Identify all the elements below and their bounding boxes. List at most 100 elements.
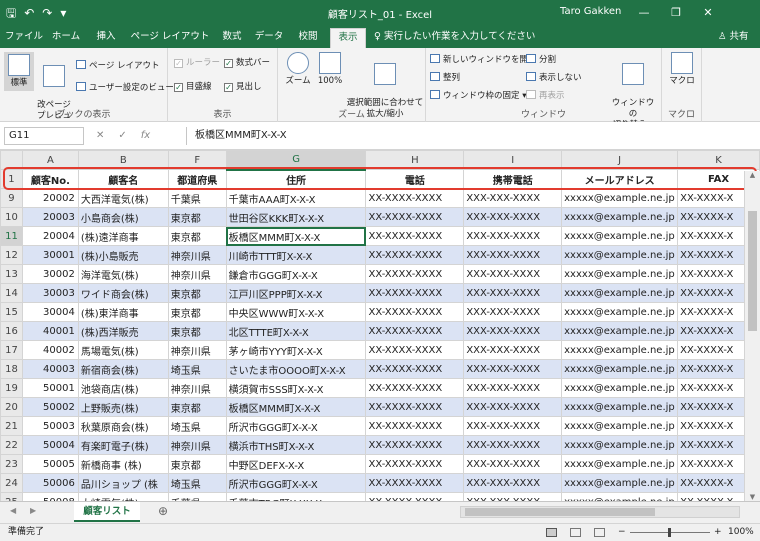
cell-prefecture[interactable]: 神奈川県 bbox=[167, 435, 227, 455]
horizontal-scroll-thumb[interactable] bbox=[465, 508, 655, 516]
cell-mobile[interactable]: XXX-XXX-XXXX bbox=[463, 416, 563, 436]
formula-input[interactable]: 板橋区MMM町X-X-X bbox=[186, 127, 754, 145]
row-header[interactable]: 20 bbox=[0, 397, 23, 417]
cell-email[interactable]: xxxxx@example.ne.jp bbox=[561, 359, 679, 379]
cell-customer-no[interactable]: 50003 bbox=[21, 416, 79, 436]
row-header[interactable]: 1 bbox=[0, 169, 23, 189]
cell-customer-name[interactable]: 上野販売(株) bbox=[77, 397, 169, 417]
cell-phone[interactable]: XX-XXXX-XXXX bbox=[365, 245, 465, 265]
column-header-a[interactable]: A bbox=[21, 150, 79, 170]
cell-prefecture[interactable]: 神奈川県 bbox=[167, 264, 227, 284]
header-cell-mobile[interactable]: 携帯電話 bbox=[463, 169, 563, 189]
row-header[interactable]: 23 bbox=[0, 454, 23, 474]
cell-prefecture[interactable]: 埼玉県 bbox=[167, 473, 227, 493]
cell-customer-name[interactable]: (株)小島販売 bbox=[77, 245, 169, 265]
next-sheet-icon[interactable]: ▶ bbox=[30, 506, 36, 515]
cell-email[interactable]: xxxxx@example.ne.jp bbox=[561, 416, 679, 436]
cell-address[interactable]: 中央区WWW町X-X-X bbox=[225, 302, 367, 322]
cell-phone[interactable]: XX-XXXX-XXXX bbox=[365, 302, 465, 322]
cell-customer-no[interactable]: 20002 bbox=[21, 188, 79, 208]
cell-customer-name[interactable]: 品川ショップ (株 bbox=[77, 473, 169, 493]
cell-email[interactable]: xxxxx@example.ne.jp bbox=[561, 302, 679, 322]
sheet-tab-customer-list[interactable]: 顧客リスト bbox=[74, 502, 140, 522]
cell-customer-no[interactable]: 40003 bbox=[21, 359, 79, 379]
cell-mobile[interactable]: XXX-XXX-XXXX bbox=[463, 397, 563, 417]
cell-customer-name[interactable]: 馬場電気(株) bbox=[77, 340, 169, 360]
cancel-icon[interactable]: ✕ bbox=[96, 127, 104, 145]
row-header[interactable]: 11 bbox=[0, 226, 23, 246]
user-name[interactable]: Taro Gakken bbox=[560, 6, 621, 17]
vertical-scrollbar[interactable]: ▲ ▼ bbox=[744, 171, 760, 501]
header-cell-customer-no[interactable]: 顧客No. bbox=[21, 169, 79, 189]
minimize-icon[interactable]: — bbox=[628, 2, 660, 24]
tab-file[interactable]: ファイル bbox=[4, 26, 44, 48]
cell-customer-name[interactable]: (株)遠洋商事 bbox=[77, 226, 169, 246]
cell-email[interactable]: xxxxx@example.ne.jp bbox=[561, 207, 679, 227]
column-header-k[interactable]: K bbox=[677, 150, 760, 170]
cell-email[interactable]: xxxxx@example.ne.jp bbox=[561, 397, 679, 417]
cell-customer-name[interactable]: 大西洋電気(株) bbox=[77, 188, 169, 208]
formula-bar-checkbox[interactable]: ✓ 数式バー bbox=[224, 58, 270, 69]
cell-address[interactable]: 所沢市GGG町X-X-X bbox=[225, 416, 367, 436]
cell-mobile[interactable]: XXX-XXX-XXXX bbox=[463, 435, 563, 455]
header-cell-email[interactable]: メールアドレス bbox=[561, 169, 679, 189]
cell-email[interactable]: xxxxx@example.ne.jp bbox=[561, 435, 679, 455]
cell-customer-no[interactable]: 50008 bbox=[21, 492, 79, 501]
cell-address[interactable]: 中野区DEFX-X-X bbox=[225, 454, 367, 474]
cell-prefecture[interactable]: 千葉県 bbox=[167, 492, 227, 501]
cell-customer-name[interactable]: 海洋電気(株) bbox=[77, 264, 169, 284]
select-all-corner[interactable] bbox=[0, 150, 23, 170]
cell-phone[interactable]: XX-XXXX-XXXX bbox=[365, 359, 465, 379]
cell-address[interactable]: 千葉市TRG町X-XX-X bbox=[225, 492, 367, 501]
row-header[interactable]: 19 bbox=[0, 378, 23, 398]
cell-address[interactable]: 横須賀市SSS町X-X-X bbox=[225, 378, 367, 398]
cell-phone[interactable]: XX-XXXX-XXXX bbox=[365, 397, 465, 417]
cell-customer-name[interactable]: 新宿商会(株) bbox=[77, 359, 169, 379]
cell-mobile[interactable]: XXX-XXX-XXXX bbox=[463, 340, 563, 360]
cell-prefecture[interactable]: 千葉県 bbox=[167, 188, 227, 208]
column-header-f[interactable]: F bbox=[167, 150, 227, 170]
split-button[interactable]: 分割 bbox=[526, 54, 556, 66]
cell-address[interactable]: 所沢市GGG町X-X-X bbox=[225, 473, 367, 493]
cell-customer-no[interactable]: 30002 bbox=[21, 264, 79, 284]
column-header-g[interactable]: G bbox=[225, 150, 367, 171]
row-header[interactable]: 14 bbox=[0, 283, 23, 303]
cell-customer-no[interactable]: 50005 bbox=[21, 454, 79, 474]
cell-customer-name[interactable]: 新橋商事 (株) bbox=[77, 454, 169, 474]
cell-customer-no[interactable]: 50002 bbox=[21, 397, 79, 417]
cell-phone[interactable]: XX-XXXX-XXXX bbox=[365, 492, 465, 501]
gridlines-checkbox[interactable]: ✓ 目盛線 bbox=[174, 82, 212, 93]
row-header[interactable]: 16 bbox=[0, 321, 23, 341]
cell-email[interactable]: xxxxx@example.ne.jp bbox=[561, 340, 679, 360]
cell-mobile[interactable]: XXX-XXX-XXXX bbox=[463, 245, 563, 265]
cell-address[interactable]: 板橋区MMM町X-X-X bbox=[225, 397, 367, 417]
cell-address[interactable]: 世田谷区KKK町X-X-X bbox=[225, 207, 367, 227]
tab-insert[interactable]: 挿入 bbox=[90, 26, 122, 48]
cell-email[interactable]: xxxxx@example.ne.jp bbox=[561, 454, 679, 474]
cell-phone[interactable]: XX-XXXX-XXXX bbox=[365, 264, 465, 284]
cell-phone[interactable]: XX-XXXX-XXXX bbox=[365, 416, 465, 436]
cell-address[interactable]: 板橋区MMM町X-X-X bbox=[225, 226, 367, 246]
tab-page-layout[interactable]: ページ レイアウト bbox=[128, 26, 212, 48]
cell-phone[interactable]: XX-XXXX-XXXX bbox=[365, 188, 465, 208]
header-cell-customer-name[interactable]: 顧客名 bbox=[77, 169, 169, 189]
cell-email[interactable]: xxxxx@example.ne.jp bbox=[561, 492, 679, 501]
zoom-level[interactable]: 100% bbox=[728, 524, 754, 541]
cell-customer-name[interactable]: 大崎電気(株) bbox=[77, 492, 169, 501]
cell-phone[interactable]: XX-XXXX-XXXX bbox=[365, 435, 465, 455]
row-header[interactable]: 21 bbox=[0, 416, 23, 436]
normal-view-button[interactable]: 標準 bbox=[4, 52, 34, 91]
cell-phone[interactable]: XX-XXXX-XXXX bbox=[365, 226, 465, 246]
share-button[interactable]: ♙ 共有 bbox=[718, 26, 749, 48]
add-sheet-icon[interactable]: ⊕ bbox=[158, 504, 168, 518]
name-box[interactable]: G11 bbox=[4, 127, 84, 145]
cell-customer-name[interactable]: ワイド商会(株) bbox=[77, 283, 169, 303]
cell-mobile[interactable]: XXX-XXX-XXXX bbox=[463, 473, 563, 493]
cell-mobile[interactable]: XXX-XXX-XXXX bbox=[463, 188, 563, 208]
zoom-in-icon[interactable]: + bbox=[714, 524, 722, 541]
column-header-b[interactable]: B bbox=[77, 150, 169, 170]
cell-mobile[interactable]: XXX-XXX-XXXX bbox=[463, 454, 563, 474]
cell-prefecture[interactable]: 神奈川県 bbox=[167, 378, 227, 398]
maximize-icon[interactable]: ❐ bbox=[660, 2, 692, 24]
scroll-down-icon[interactable]: ▼ bbox=[745, 493, 760, 501]
